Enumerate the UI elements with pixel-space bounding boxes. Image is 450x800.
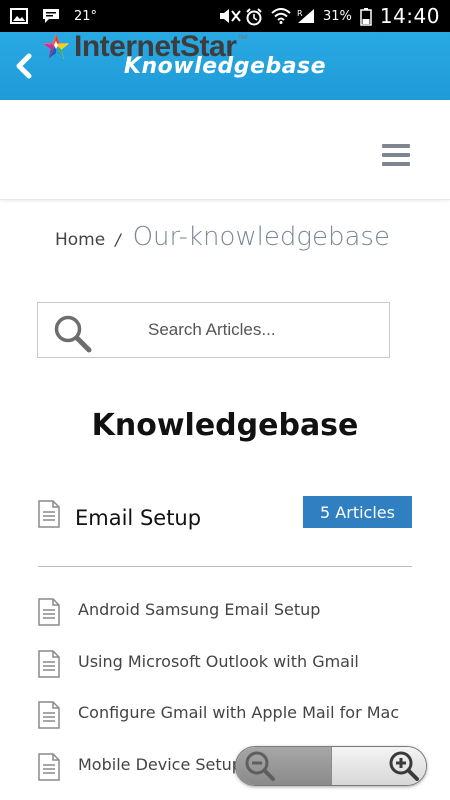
document-icon (38, 752, 60, 781)
hamburger-icon-line (382, 162, 410, 166)
document-icon (38, 598, 60, 626)
temperature: 21° (74, 8, 98, 24)
signal-icon: R (297, 8, 315, 24)
hamburger-icon-line (382, 153, 410, 157)
zoom-control (235, 746, 427, 786)
article-link[interactable]: Configure Gmail with Apple Mail for Mac (78, 703, 399, 722)
chevron-left-icon (16, 53, 32, 79)
article-link[interactable]: Using Microsoft Outlook with Gmail (78, 652, 359, 671)
divider (38, 566, 412, 567)
zoom-out-icon (245, 751, 275, 781)
logo-text: InternetStar (74, 30, 237, 63)
search-input[interactable] (108, 303, 378, 357)
zoom-out-button[interactable] (236, 747, 331, 785)
alarm-icon (245, 8, 263, 26)
list-item[interactable]: Using Microsoft Outlook with Gmail (38, 648, 438, 700)
document-icon (38, 701, 60, 729)
search-box (37, 302, 390, 358)
star-logo-icon (43, 34, 69, 59)
zoom-in-button[interactable] (331, 747, 426, 785)
breadcrumb-home-link[interactable]: Home (55, 230, 105, 250)
article-link[interactable]: Mobile Device Setup (78, 755, 242, 774)
svg-text:R: R (297, 9, 303, 18)
back-button[interactable] (4, 46, 44, 86)
wifi-icon (271, 8, 291, 24)
list-item[interactable]: Configure Gmail with Apple Mail for Mac (38, 699, 438, 751)
breadcrumb-current: Our-knowledgebase (132, 222, 390, 252)
breadcrumb: Home / Our-knowledgebase (55, 222, 390, 252)
menu-button[interactable] (382, 144, 410, 168)
article-link[interactable]: Android Samsung Email Setup (78, 600, 320, 619)
list-item[interactable]: Android Samsung Email Setup (38, 596, 438, 648)
search-icon[interactable] (52, 313, 92, 353)
mute-icon (219, 8, 241, 24)
category-title[interactable]: Email Setup (75, 506, 201, 530)
logo-trademark: ™ (237, 34, 248, 45)
breadcrumb-separator: / (115, 230, 121, 249)
hamburger-icon (382, 144, 410, 148)
gallery-icon (10, 8, 28, 24)
battery-icon (360, 8, 372, 26)
battery-percent: 31% (322, 8, 352, 24)
page-heading: Knowledgebase (91, 408, 359, 443)
clock: 14:40 (379, 4, 440, 28)
zoom-in-icon (389, 751, 419, 781)
article-count-badge: 5 Articles (303, 496, 412, 528)
message-icon (42, 8, 60, 24)
status-bar: 21° R 31% 14:40 (0, 0, 450, 32)
document-icon (38, 500, 60, 533)
site-logo[interactable]: InternetStar ™ (42, 30, 247, 64)
document-icon (38, 649, 60, 678)
